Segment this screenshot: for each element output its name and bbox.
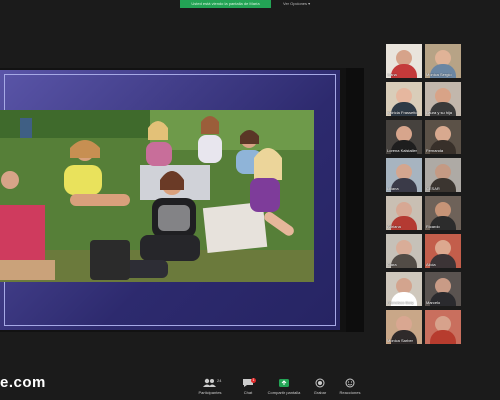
participant-tile[interactable]: Ivana (386, 44, 422, 78)
participant-tile[interactable] (425, 310, 461, 344)
chat-badge: 1 (251, 378, 256, 383)
share-scrollbar[interactable] (346, 68, 364, 332)
participant-name: Liliana (387, 186, 399, 191)
chat-label: Chat (243, 390, 253, 395)
participant-name: Alicia (426, 262, 436, 267)
participant-tile[interactable]: Fernanda (425, 120, 461, 154)
participant-tile[interactable]: Laura y su hija (425, 82, 461, 116)
participant-name: Clara (387, 262, 397, 267)
chevron-down-icon: ▾ (308, 1, 311, 6)
group-photo-image (0, 110, 314, 282)
participant-tile[interactable]: Liliana (386, 158, 422, 192)
participant-torso (430, 330, 456, 344)
participant-name: Marcelo (426, 300, 441, 305)
share-screen-button[interactable]: Compartir pantalla (264, 378, 304, 400)
participant-tile[interactable]: Alicia (425, 234, 461, 268)
participant-tile[interactable]: Francisco Bory (386, 272, 422, 306)
participant-tile[interactable]: Ricardo (425, 196, 461, 230)
participant-name: Laura y su hija (426, 110, 453, 115)
reactions-icon (345, 378, 355, 388)
group-photo (0, 110, 314, 282)
reactions-button[interactable]: Reacciones (330, 378, 370, 400)
participants-count: 24 (217, 378, 222, 383)
participants-icon (203, 378, 216, 387)
share-screen-label: Compartir pantalla (267, 390, 301, 395)
participant-name: Lorena Kalstaller (387, 148, 418, 153)
view-options-label: Ver Opciones (283, 1, 308, 6)
participant-tile[interactable]: Monica Sergio (425, 44, 461, 78)
participant-name: Monica Sergio (426, 72, 452, 77)
shared-screen (0, 68, 346, 332)
participant-tile[interactable]: Marcelo (425, 272, 461, 306)
presentation-slide (0, 70, 340, 330)
chat-button[interactable]: 1 Chat (228, 378, 268, 400)
screen-share-banner[interactable]: Usted está viendo la pantalla de María (180, 0, 271, 8)
participant-name: patricia Frassetto (387, 110, 418, 115)
participant-name: CESAR (426, 186, 440, 191)
reactions-label: Reacciones (339, 390, 361, 395)
participant-name: Fernanda (426, 148, 444, 153)
participant-name: Ivana (387, 72, 397, 77)
participant-tile[interactable]: CESAR (425, 158, 461, 192)
participant-tile[interactable]: Monica Sarber (386, 310, 422, 344)
participant-name: Monica Sarber (387, 338, 414, 343)
participant-tile[interactable]: patricia Frassetto (386, 82, 422, 116)
view-options-menu[interactable]: Ver Opciones ▾ (283, 0, 310, 8)
participant-name: Ricardo (426, 224, 440, 229)
participant-name: Francisco Bory (387, 300, 414, 305)
participant-tile[interactable]: Adriana (386, 196, 422, 230)
share-screen-icon (279, 379, 289, 387)
participants-button[interactable]: 24 Participantes (190, 378, 230, 400)
participants-label: Participantes (198, 390, 222, 395)
record-icon (315, 378, 325, 388)
participant-tile[interactable]: Lorena Kalstaller (386, 120, 422, 154)
participant-name: Adriana (387, 224, 401, 229)
meeting-toolbar: 24 Participantes 1 Chat Compartir pantal… (0, 376, 500, 400)
participant-tile[interactable]: Clara (386, 234, 422, 268)
